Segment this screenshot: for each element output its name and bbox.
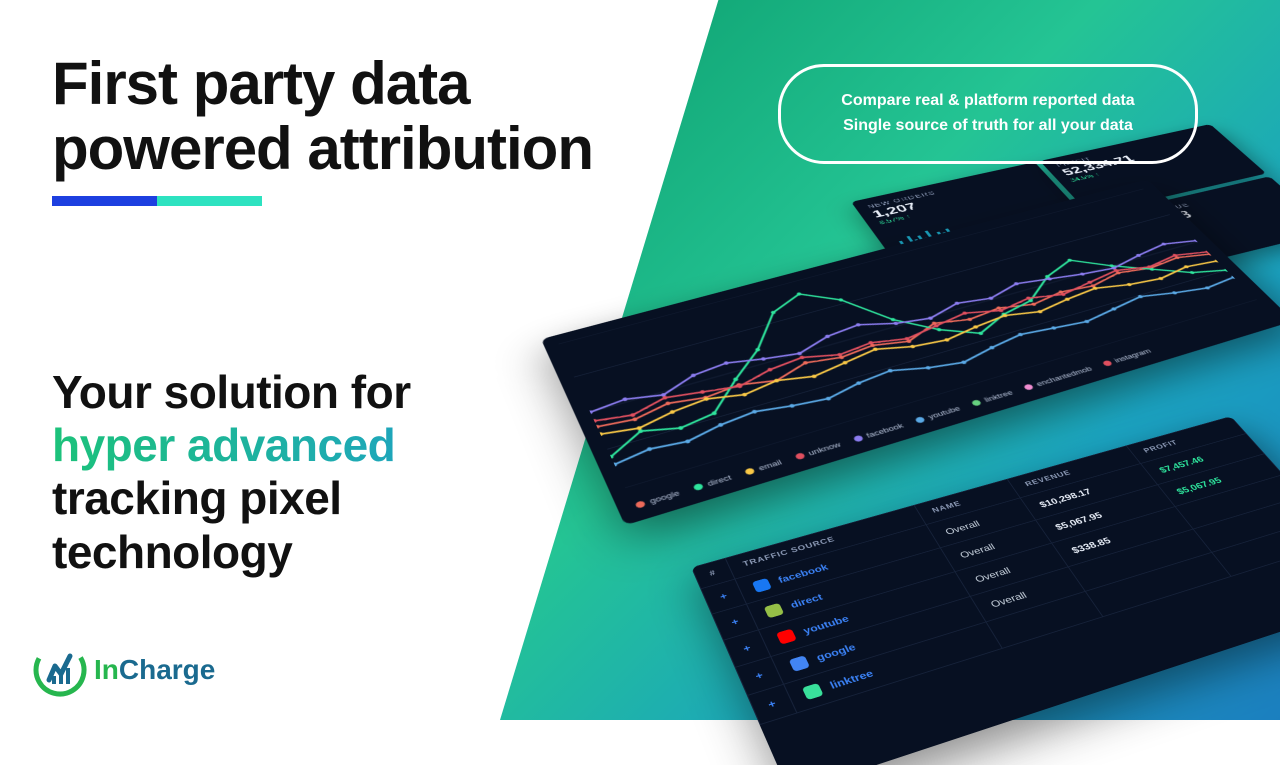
legend-item: enchantedmob [1023, 365, 1094, 391]
legend-swatch-icon [1102, 360, 1113, 367]
source-icon [752, 578, 772, 593]
dashboard-mock: NEW ORDERS 1,207 8.57% ↑ PROFIT 52,334.7… [570, 190, 1280, 750]
feature-callout-pill: Compare real & platform reported data Si… [778, 64, 1198, 164]
subheadline-highlight: hyper advanced [52, 419, 652, 472]
legend-swatch-icon [915, 416, 926, 424]
legend-item: linktree [970, 389, 1014, 407]
legend-swatch-icon [693, 483, 704, 491]
source-icon [776, 629, 797, 645]
legend-item: youtube [914, 405, 962, 425]
brand-word-charge: Charge [119, 654, 215, 685]
source-icon [789, 655, 810, 672]
hero-headline: First party data powered attribution [52, 52, 652, 182]
legend-item: email [744, 458, 784, 476]
legend-item: unknow [794, 441, 843, 461]
chart-series-line [608, 271, 1239, 464]
brand-logo-mark-icon [32, 642, 88, 698]
brand-wordmark: InCharge [94, 654, 215, 686]
headline-underline [52, 196, 262, 206]
subheadline: Your solution for hyper advanced trackin… [52, 366, 652, 579]
callout-line2: Single source of truth for all your data [813, 114, 1163, 139]
legend-swatch-icon [744, 467, 755, 475]
source-icon [802, 683, 824, 700]
legend-item: instagram [1101, 347, 1153, 367]
source-icon [764, 603, 785, 619]
legend-swatch-icon [852, 435, 863, 443]
legend-swatch-icon [971, 399, 982, 406]
brand-word-in: In [94, 654, 119, 685]
subheadline-line3a: tracking pixel [52, 472, 652, 525]
brand-logo: InCharge [32, 642, 215, 698]
legend-swatch-icon [1023, 383, 1034, 390]
chart-series-line [598, 254, 1219, 439]
subheadline-line3b: technology [52, 526, 652, 579]
subheadline-line1: Your solution for [52, 366, 652, 419]
callout-line1: Compare real & platform reported data [813, 89, 1163, 114]
legend-swatch-icon [794, 452, 805, 460]
legend-item: facebook [852, 422, 905, 443]
legend-item: direct [692, 474, 733, 492]
